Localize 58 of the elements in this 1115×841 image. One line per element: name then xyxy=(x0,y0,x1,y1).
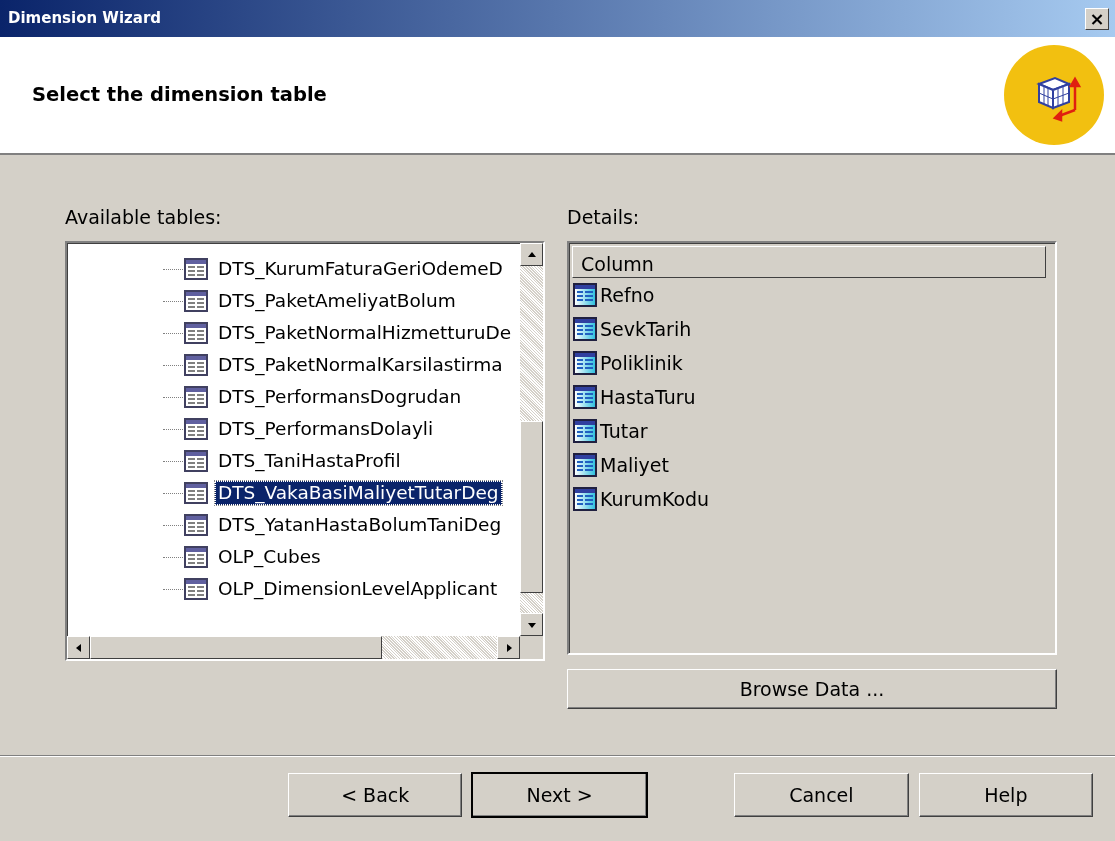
list-item: KurumKodu xyxy=(600,486,710,512)
horizontal-scrollbar[interactable] xyxy=(67,636,520,659)
list-item: Tutar xyxy=(600,418,648,444)
column-header[interactable]: Column xyxy=(572,246,1046,278)
column-icon xyxy=(573,351,597,375)
scroll-up-button[interactable] xyxy=(520,243,543,266)
tree-item[interactable]: DTS_TaniHastaProfil xyxy=(215,449,404,473)
tree-item[interactable]: OLP_DimensionLevelApplicant xyxy=(215,577,501,601)
table-tree[interactable] xyxy=(65,241,545,661)
table-icon xyxy=(183,321,209,345)
tree-item[interactable]: DTS_KurumFaturaGeriOdemeD xyxy=(215,257,506,281)
scroll-right-button[interactable] xyxy=(497,636,520,659)
column-icon xyxy=(573,385,597,409)
table-icon xyxy=(183,545,209,569)
table-icon xyxy=(183,577,209,601)
table-icon xyxy=(183,257,209,281)
column-icon xyxy=(573,283,597,307)
window-title: Dimension Wizard xyxy=(8,8,162,30)
scroll-thumb[interactable] xyxy=(90,636,382,659)
wizard-button[interactable]: Help xyxy=(918,773,1093,817)
column-icon xyxy=(573,453,597,477)
table-icon xyxy=(183,289,209,313)
table-icon xyxy=(183,481,209,505)
close-button[interactable]: × xyxy=(1085,7,1109,30)
tree-item[interactable]: DTS_PaketNormalKarsilastirma xyxy=(215,353,506,377)
column-icon xyxy=(573,419,597,443)
table-icon xyxy=(183,353,209,377)
list-item: Refno xyxy=(600,282,655,308)
scroll-left-button[interactable] xyxy=(67,636,90,659)
tree-item[interactable]: DTS_PaketAmeliyatBolum xyxy=(215,289,459,313)
table-icon xyxy=(183,449,209,473)
list-item: Maliyet xyxy=(600,452,669,478)
tree-item[interactable]: DTS_PerformansDolayli xyxy=(215,417,437,441)
wizard-button[interactable]: Cancel xyxy=(734,773,909,817)
cube-logo-icon xyxy=(1003,44,1105,146)
wizard-button[interactable]: < Back xyxy=(288,773,463,817)
table-icon xyxy=(183,385,209,409)
column-icon xyxy=(573,487,597,511)
list-item: SevkTarih xyxy=(600,316,692,342)
wizard-button[interactable]: Next > xyxy=(472,773,647,817)
field-label: Details: xyxy=(567,205,641,230)
table-icon xyxy=(183,513,209,537)
tree-item[interactable]: DTS_VakaBasiMaliyetTutarDeg xyxy=(215,481,502,505)
table-icon xyxy=(183,417,209,441)
scroll-thumb[interactable] xyxy=(520,421,543,593)
tree-item[interactable]: DTS_YatanHastaBolumTaniDeg xyxy=(215,513,505,537)
tree-item[interactable]: DTS_PaketNormalHizmetturuDe xyxy=(215,321,515,345)
scroll-down-button[interactable] xyxy=(520,613,543,636)
list-item: Poliklinik xyxy=(600,350,683,376)
scrollbar-corner xyxy=(520,636,543,659)
list-item: HastaTuru xyxy=(600,384,696,410)
page-title: Select the dimension table xyxy=(32,82,327,109)
column-icon xyxy=(573,317,597,341)
tree-item[interactable]: DTS_PerformansDogrudan xyxy=(215,385,465,409)
vertical-scrollbar[interactable] xyxy=(520,243,543,636)
browse-data-button[interactable]: Browse Data ... xyxy=(567,669,1057,709)
tree-item[interactable]: OLP_Cubes xyxy=(215,545,324,569)
field-label: Available tables: xyxy=(65,205,223,230)
